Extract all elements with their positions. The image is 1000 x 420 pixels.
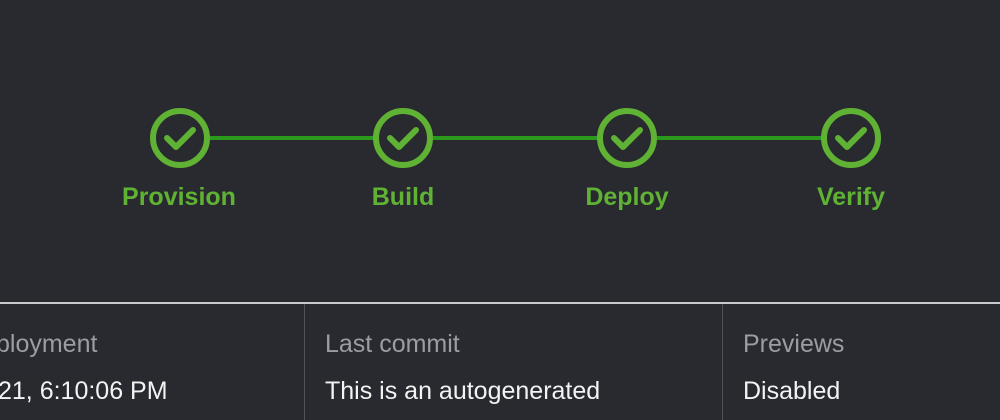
deployment-value: 21, 6:10:06 PM: [0, 377, 168, 405]
step-label-provision: Provision: [122, 183, 236, 211]
verify-check-circle-icon: [821, 108, 881, 168]
step-label-deploy: Deploy: [585, 183, 669, 211]
previews-label: Previews: [743, 330, 845, 358]
build-check-circle-icon: [373, 108, 433, 168]
deployment-label: ployment: [0, 330, 98, 358]
column-separator: [722, 304, 723, 420]
column-separator: [304, 304, 305, 420]
last-commit-value: This is an autogenerated: [325, 377, 601, 405]
step-label-verify: Verify: [816, 183, 886, 211]
previews-value: Disabled: [743, 377, 841, 405]
last-commit-label: Last commit: [325, 330, 460, 358]
deployment-details-panel: ployment 21, 6:10:06 PM Last commit This…: [0, 304, 1000, 420]
provision-check-circle-icon: [150, 108, 210, 168]
deploy-check-circle-icon: [597, 108, 657, 168]
deployment-status-view: Provision Build Deploy Verify ployment 2…: [0, 0, 1000, 420]
step-label-build: Build: [371, 183, 435, 211]
step-connector: [656, 136, 822, 140]
step-connector: [432, 136, 598, 140]
step-connector: [208, 136, 374, 140]
deployment-pipeline: Provision Build Deploy Verify: [0, 0, 1000, 300]
